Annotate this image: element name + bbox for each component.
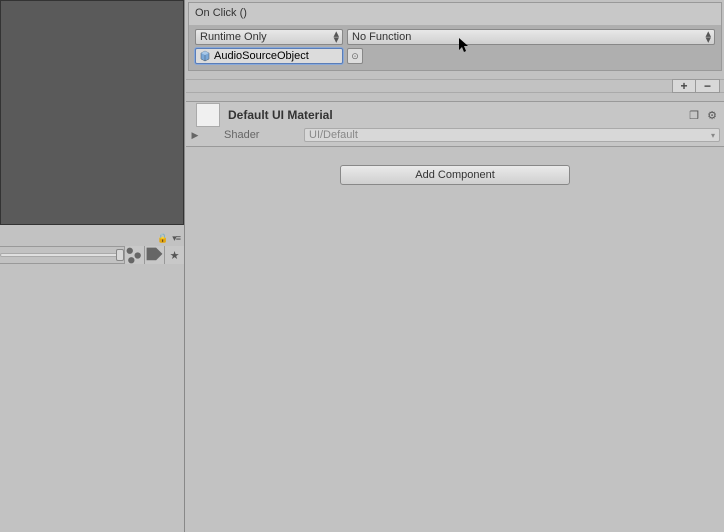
onclick-event-section: On Click () Runtime Only ▴▾ No Function …	[188, 2, 722, 71]
function-dropdown[interactable]: No Function ▴▾	[347, 29, 715, 45]
preview-area	[0, 0, 184, 225]
object-picker-button[interactable]: ⊙	[347, 48, 363, 64]
hierarchy-filter-icon[interactable]	[124, 246, 144, 264]
spacer	[186, 71, 724, 79]
gameobject-icon	[199, 50, 211, 62]
add-callback-button[interactable]: +	[672, 79, 696, 93]
callback-add-remove-bar: + −	[186, 79, 724, 93]
add-component-button[interactable]: Add Component	[340, 165, 570, 185]
shader-field-label: Shader	[224, 129, 304, 141]
onclick-header: On Click ()	[189, 3, 721, 25]
spacer	[186, 93, 724, 101]
onclick-row-2: AudioSourceObject ⊙	[195, 48, 715, 64]
material-header: Default UI Material ❐ ⚙	[186, 102, 724, 128]
zoom-slider[interactable]	[0, 253, 122, 257]
panel-options-row: 🔒 ▾≡	[0, 232, 184, 244]
inspector-panel: On Click () Runtime Only ▴▾ No Function …	[186, 0, 724, 532]
zoom-slider-handle[interactable]	[116, 249, 124, 261]
material-section: Default UI Material ❐ ⚙ ▶ Shader UI/Defa…	[186, 101, 724, 147]
onclick-row-1: Runtime Only ▴▾ No Function ▴▾	[195, 29, 715, 45]
material-title: Default UI Material	[228, 108, 686, 122]
dropdown-arrows-icon: ▴▾	[333, 31, 339, 43]
filter-icon-row: ★	[0, 246, 184, 264]
chevron-down-icon: ▾	[711, 131, 715, 140]
shader-row: ▶ Shader UI/Default ▾	[186, 128, 724, 146]
onclick-callback-body: Runtime Only ▴▾ No Function ▴▾ AudioSour…	[189, 25, 721, 70]
lock-icon[interactable]: 🔒	[157, 233, 168, 244]
dropdown-arrows-icon: ▴▾	[705, 31, 711, 43]
left-panel: 🔒 ▾≡ ★	[0, 0, 185, 532]
call-state-dropdown[interactable]: Runtime Only ▴▾	[195, 29, 343, 45]
shader-dropdown[interactable]: UI/Default ▾	[304, 128, 720, 142]
label-filter-icon[interactable]	[144, 246, 164, 264]
target-object-field[interactable]: AudioSourceObject	[195, 48, 343, 64]
call-state-label: Runtime Only	[200, 31, 267, 43]
panel-menu-icon[interactable]: ▾≡	[172, 233, 180, 244]
reference-icon[interactable]: ❐	[686, 107, 702, 123]
target-object-name: AudioSourceObject	[214, 50, 309, 62]
shader-value: UI/Default	[309, 129, 358, 141]
material-header-icons: ❐ ⚙	[686, 107, 720, 123]
remove-callback-button[interactable]: −	[696, 79, 720, 93]
expand-arrow-icon[interactable]: ▶	[190, 130, 200, 141]
function-label: No Function	[352, 31, 411, 43]
favorite-filter-icon[interactable]: ★	[164, 246, 184, 264]
add-component-area: Add Component	[186, 147, 724, 203]
material-preview-swatch[interactable]	[196, 103, 220, 127]
settings-gear-icon[interactable]: ⚙	[704, 107, 720, 123]
